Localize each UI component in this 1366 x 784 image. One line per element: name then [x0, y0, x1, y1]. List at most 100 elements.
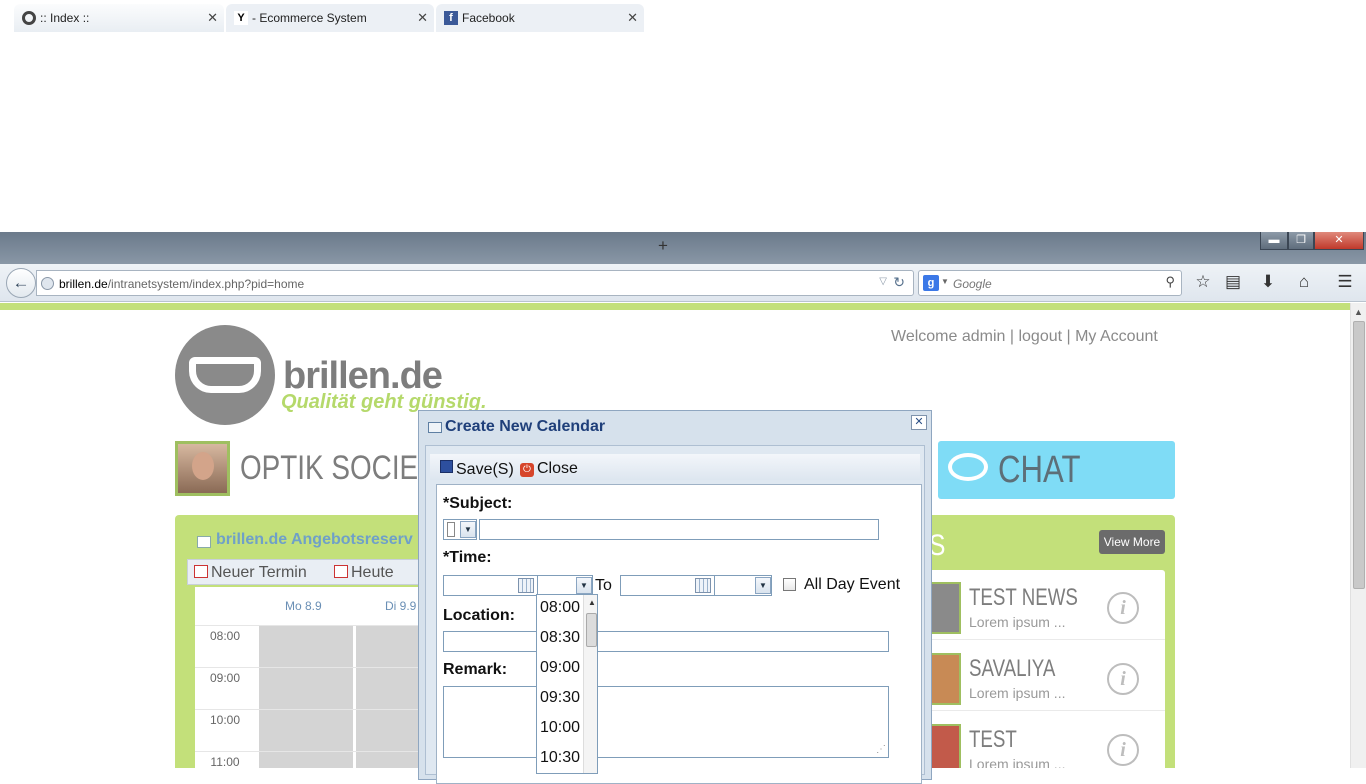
url-host: brillen.de [59, 277, 108, 291]
time-option[interactable]: 09:00 [540, 659, 580, 677]
news-title: TEST [969, 726, 1017, 753]
dialog-close-icon[interactable]: ✕ [911, 415, 927, 430]
today-button[interactable]: Heute [334, 564, 394, 582]
time-label: 09:00 [209, 671, 241, 685]
time-option[interactable]: 09:30 [540, 689, 580, 707]
calendar-grid: Mo 8.9 Di 9.9 08:00 09:00 10:00 11:00 [195, 587, 450, 768]
tab-strip [0, 232, 1366, 264]
tab-ecommerce[interactable]: Y - Ecommerce System ✕ [226, 4, 434, 32]
to-label: To [595, 577, 612, 594]
end-date-input[interactable] [620, 575, 716, 596]
scroll-thumb[interactable] [1353, 321, 1365, 589]
avatar[interactable] [175, 441, 230, 496]
search-bar[interactable]: g ▼ Google ⚲ [918, 270, 1182, 296]
new-event-label: Neuer Termin [211, 564, 307, 581]
back-button[interactable]: ← [6, 268, 36, 298]
view-more-button[interactable]: View More [1099, 530, 1165, 554]
chat-panel[interactable]: CHAT [938, 441, 1175, 499]
scroll-up-icon[interactable]: ▲ [588, 598, 596, 607]
save-icon [440, 460, 453, 473]
time-option[interactable]: 10:00 [540, 719, 580, 737]
time-option[interactable]: 10:30 [540, 749, 580, 767]
tab-index[interactable]: :: Index :: ✕ [14, 4, 224, 32]
day-header[interactable]: Di 9.9 [385, 599, 416, 613]
news-widget: S View More TEST NEWS Lorem ipsum ... i … [925, 515, 1175, 768]
chevron-down-icon[interactable]: ▼ [460, 521, 476, 538]
navigation-toolbar: ← brillen.de/intranetsystem/index.php?pi… [0, 264, 1366, 302]
day-header[interactable]: Mo 8.9 [285, 599, 322, 613]
engine-dropdown-icon[interactable]: ▼ [941, 277, 949, 286]
close-button[interactable]: ⏻ Close [520, 460, 578, 478]
dropdown-scroll-thumb[interactable] [586, 613, 597, 647]
top-accent-bar [0, 303, 1350, 310]
time-label: 11:00 [210, 755, 240, 768]
dialog-title: Create New Calendar [445, 418, 606, 435]
dropdown-scrollbar[interactable]: ▲ [583, 595, 597, 773]
new-tab-button[interactable]: + [654, 236, 672, 256]
remark-textarea[interactable]: ⋰ [443, 686, 889, 758]
time-option[interactable]: 08:30 [540, 629, 580, 647]
save-button[interactable]: Save(S) [440, 460, 514, 479]
time-label: *Time: [443, 549, 492, 566]
subject-input[interactable] [479, 519, 879, 540]
calendar-picker-icon[interactable] [518, 578, 534, 593]
dialog-toolbar: Save(S) ⏻ Close [430, 454, 920, 480]
close-tab-icon[interactable]: ✕ [207, 10, 218, 26]
remark-label: Remark: [443, 661, 508, 678]
location-input[interactable] [443, 631, 889, 652]
bookmark-star-icon[interactable]: ☆ [1192, 270, 1214, 294]
close-tab-icon[interactable]: ✕ [417, 10, 428, 26]
dialog-body: Save(S) ⏻ Close *Subject: ▼ *Time: ▼ To ▼ [425, 445, 925, 784]
time-label: 10:00 [209, 713, 241, 727]
window-close-button[interactable]: ✕ [1314, 232, 1364, 250]
minimize-button[interactable]: ▬ [1260, 232, 1288, 250]
today-icon [334, 565, 348, 578]
avatar-face [192, 452, 214, 480]
calendar-widget: brillen.de Angebotsreserv Neuer Termin H… [175, 515, 450, 768]
google-icon[interactable]: g [923, 275, 939, 291]
reload-icon[interactable]: ↻ [893, 274, 905, 291]
menu-icon[interactable]: ☰ [1334, 270, 1356, 294]
url-bar[interactable]: brillen.de/intranetsystem/index.php?pid=… [36, 270, 914, 296]
bookmarks-menu-icon[interactable]: ▤ [1222, 270, 1244, 294]
all-day-label: All Day Event [804, 576, 901, 593]
all-day-checkbox[interactable] [783, 578, 796, 591]
close-tab-icon[interactable]: ✕ [627, 10, 638, 26]
scroll-up-icon[interactable]: ▲ [1354, 307, 1363, 317]
history-dropdown-icon[interactable]: ▽ [879, 276, 887, 287]
info-icon[interactable]: i [1107, 592, 1139, 624]
glasses-logo-icon [175, 325, 275, 425]
list-item[interactable]: TEST NEWS Lorem ipsum ... i [929, 570, 1165, 640]
search-placeholder: Google [953, 277, 992, 291]
start-date-input[interactable] [443, 575, 539, 596]
info-icon[interactable]: i [1107, 734, 1139, 766]
list-item[interactable]: TEST Lorem ipsum ... i [929, 712, 1165, 768]
calendar-picker-icon[interactable] [695, 578, 711, 593]
downloads-icon[interactable]: ⬇ [1257, 270, 1279, 294]
start-time-dropdown[interactable]: 08:00 08:30 09:00 09:30 10:00 10:30 ▲ [536, 594, 598, 774]
info-icon[interactable]: i [1107, 663, 1139, 695]
day-column[interactable] [258, 625, 353, 768]
location-label: Location: [443, 607, 515, 624]
color-swatch [447, 522, 455, 537]
calendar-title-text: brillen.de Angebotsreserv [216, 531, 413, 548]
news-desc: Lorem ipsum ... [969, 614, 1066, 630]
new-event-button[interactable]: Neuer Termin [194, 564, 307, 582]
tab-facebook[interactable]: f Facebook ✕ [436, 4, 644, 32]
start-time-select[interactable]: ▼ [537, 575, 593, 596]
resize-grip-icon[interactable]: ⋰ [876, 744, 886, 755]
color-select[interactable]: ▼ [443, 519, 477, 540]
user-links[interactable]: Welcome admin | logout | My Account [891, 328, 1158, 346]
end-time-select[interactable]: ▼ [714, 575, 772, 596]
time-option[interactable]: 08:00 [540, 599, 580, 617]
list-item[interactable]: SAVALIYA Lorem ipsum ... i [929, 641, 1165, 711]
tab-title: - Ecommerce System [252, 11, 367, 25]
chat-bubble-icon [948, 453, 988, 481]
home-icon[interactable]: ⌂ [1293, 270, 1315, 294]
page-scrollbar[interactable]: ▲ [1350, 303, 1366, 768]
chevron-down-icon[interactable]: ▼ [755, 577, 771, 594]
restore-button[interactable]: ❐ [1288, 232, 1314, 250]
search-icon[interactable]: ⚲ [1165, 274, 1175, 290]
subject-label: *Subject: [443, 495, 513, 512]
chevron-down-icon[interactable]: ▼ [576, 577, 592, 594]
